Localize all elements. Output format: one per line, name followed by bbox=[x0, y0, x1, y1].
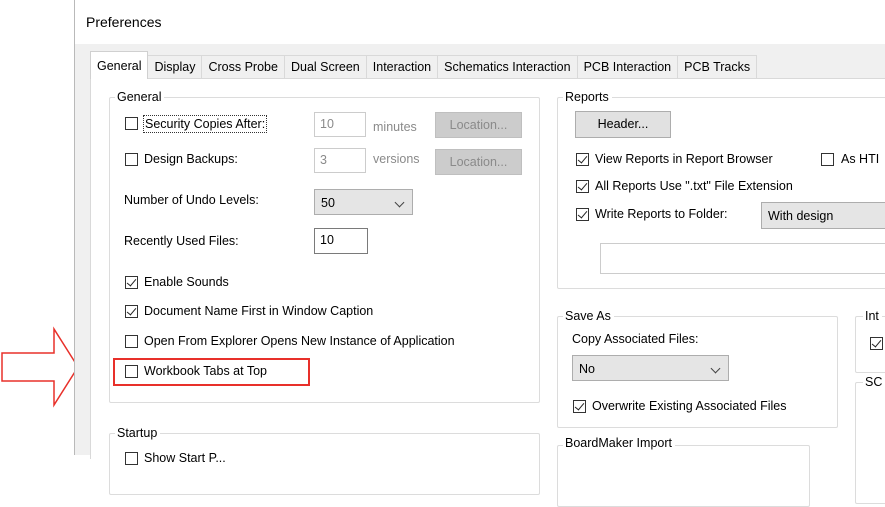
security-copies-checkbox[interactable] bbox=[125, 117, 138, 130]
workbook-tabs-top-label: Workbook Tabs at Top bbox=[144, 364, 267, 378]
tab-strip: General Display Cross Probe Dual Screen … bbox=[90, 51, 758, 79]
design-backups-location-button[interactable]: Location... bbox=[435, 149, 522, 175]
general-tab-panel: General Security Copies After: 10 minute… bbox=[90, 78, 885, 507]
doc-name-first-checkbox[interactable] bbox=[125, 305, 138, 318]
versions-unit-label: versions bbox=[373, 152, 420, 166]
undo-levels-select[interactable]: 50 bbox=[314, 189, 413, 215]
security-copies-location-button[interactable]: Location... bbox=[435, 112, 522, 138]
view-reports-browser-label: View Reports in Report Browser bbox=[595, 152, 773, 166]
write-to-folder-checkbox[interactable] bbox=[576, 208, 589, 221]
chevron-down-icon bbox=[710, 363, 721, 374]
minutes-unit-label: minutes bbox=[373, 120, 417, 134]
enable-sounds-checkbox[interactable] bbox=[125, 276, 138, 289]
view-reports-browser-checkbox[interactable] bbox=[576, 153, 589, 166]
save-as-group-legend: Save As bbox=[563, 309, 614, 323]
open-new-instance-label: Open From Explorer Opens New Instance of… bbox=[144, 334, 455, 348]
tab-schematics-interaction[interactable]: Schematics Interaction bbox=[437, 55, 578, 79]
sc-group bbox=[855, 382, 885, 504]
chevron-down-icon bbox=[394, 197, 405, 208]
recent-files-label: Recently Used Files: bbox=[124, 234, 239, 248]
preferences-window: Preferences General Display Cross Probe … bbox=[74, 0, 885, 507]
report-folder-select[interactable]: With design bbox=[761, 202, 885, 229]
boardmaker-import-group bbox=[557, 445, 810, 507]
int-group-legend: Int bbox=[863, 309, 882, 323]
write-to-folder-label: Write Reports to Folder: bbox=[595, 207, 728, 221]
tab-cross-probe[interactable]: Cross Probe bbox=[201, 55, 285, 79]
overwrite-associated-files-label: Overwrite Existing Associated Files bbox=[592, 399, 787, 413]
copy-associated-files-select[interactable]: No bbox=[572, 355, 729, 381]
show-start-page-checkbox[interactable] bbox=[125, 452, 138, 465]
tab-interaction[interactable]: Interaction bbox=[365, 55, 439, 79]
annotation-arrow-icon bbox=[1, 326, 79, 408]
txt-extension-checkbox[interactable] bbox=[576, 180, 589, 193]
security-copies-minutes-input[interactable]: 10 bbox=[314, 112, 366, 137]
copy-associated-files-value: No bbox=[579, 362, 595, 376]
recent-files-input[interactable]: 10 bbox=[314, 228, 368, 254]
title-bar: Preferences bbox=[75, 0, 885, 44]
design-backups-versions-input[interactable]: 3 bbox=[314, 148, 366, 173]
report-folder-value: With design bbox=[768, 209, 834, 223]
open-new-instance-checkbox[interactable] bbox=[125, 335, 138, 348]
security-copies-label: Security Copies After: bbox=[143, 115, 268, 133]
workbook-tabs-top-checkbox[interactable] bbox=[125, 365, 138, 378]
copy-associated-files-label: Copy Associated Files: bbox=[572, 332, 699, 346]
tab-dual-screen[interactable]: Dual Screen bbox=[283, 55, 367, 79]
design-backups-checkbox[interactable] bbox=[125, 153, 138, 166]
window-title: Preferences bbox=[86, 14, 162, 30]
tab-pcb-tracks[interactable]: PCB Tracks bbox=[677, 55, 758, 79]
show-start-page-label: Show Start P... bbox=[144, 451, 226, 465]
boardmaker-import-legend: BoardMaker Import bbox=[563, 436, 675, 450]
tab-display[interactable]: Display bbox=[147, 55, 203, 79]
undo-levels-label: Number of Undo Levels: bbox=[124, 193, 259, 207]
startup-group-legend: Startup bbox=[115, 426, 161, 440]
txt-extension-label: All Reports Use ".txt" File Extension bbox=[595, 179, 793, 193]
undo-levels-value: 50 bbox=[321, 196, 335, 210]
enable-sounds-label: Enable Sounds bbox=[144, 275, 229, 289]
general-group-legend: General bbox=[115, 90, 165, 104]
tab-pcb-interaction[interactable]: PCB Interaction bbox=[576, 55, 679, 79]
report-folder-path-input[interactable] bbox=[600, 243, 885, 274]
doc-name-first-label: Document Name First in Window Caption bbox=[144, 304, 374, 318]
overwrite-associated-files-checkbox[interactable] bbox=[573, 400, 586, 413]
sc-group-legend: SC bbox=[863, 375, 885, 389]
as-html-checkbox[interactable] bbox=[821, 153, 834, 166]
report-header-button[interactable]: Header... bbox=[575, 111, 671, 138]
as-html-label: As HTI bbox=[841, 152, 880, 166]
design-backups-label: Design Backups: bbox=[144, 152, 238, 166]
reports-group-legend: Reports bbox=[563, 90, 612, 104]
int-group-checkbox[interactable] bbox=[870, 337, 883, 350]
tab-general[interactable]: General bbox=[90, 51, 149, 79]
